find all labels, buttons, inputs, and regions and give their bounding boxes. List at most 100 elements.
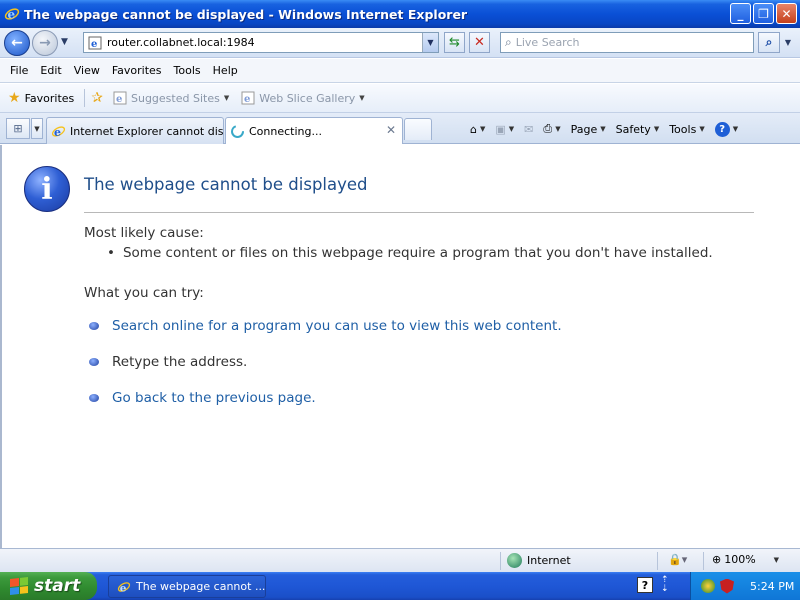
tab-ie-cannot-display[interactable]: e Internet Explorer cannot dis... — [46, 117, 224, 144]
restore-button[interactable]: ❐ — [753, 3, 774, 24]
chevron-down-icon: ▼ — [600, 125, 606, 133]
help-tray-icon[interactable]: ? — [637, 577, 653, 593]
menu-bar: File Edit View Favorites Tools Help — [0, 59, 800, 83]
printer-icon: ⎙ — [543, 122, 553, 135]
window-title: The webpage cannot be displayed - Window… — [24, 6, 468, 22]
search-input[interactable]: ⌕ Live Search — [500, 32, 754, 53]
new-tab-button[interactable] — [404, 118, 432, 140]
web-slice-gallery-label: Web Slice Gallery — [259, 91, 356, 105]
blue-bullet-icon — [89, 394, 99, 402]
status-separator — [657, 552, 658, 570]
suggested-sites-label: Suggested Sites — [131, 91, 220, 105]
title-bar[interactable]: e The webpage cannot be displayed - Wind… — [0, 0, 800, 28]
window-controls: _ ❐ ✕ — [730, 3, 797, 24]
svg-text:e: e — [116, 94, 122, 105]
refresh-button[interactable]: ⇆ — [444, 32, 465, 53]
forward-button[interactable]: → — [32, 30, 58, 56]
search-button[interactable]: ⌕ — [758, 32, 780, 53]
windows-flag-icon — [10, 577, 28, 595]
home-button[interactable]: ⌂ ▼ — [466, 118, 489, 140]
svg-text:e: e — [244, 94, 250, 105]
safety-menu-label: Safety — [615, 122, 651, 136]
ie-logo-icon: e — [117, 581, 131, 594]
favorites-bar: ★ Favorites ✰ e Suggested Sites ▼ e Web … — [0, 84, 800, 113]
favorites-button[interactable]: ★ Favorites — [4, 88, 78, 108]
bullet-icon: • — [107, 245, 115, 261]
address-dropdown-icon[interactable]: ▼ — [422, 33, 438, 52]
add-to-favorites-bar-icon[interactable]: ✰ — [91, 90, 103, 106]
search-icon: ⌕ — [505, 35, 512, 49]
zone-label: Internet — [527, 554, 571, 567]
page-menu-button[interactable]: Page ▼ — [567, 118, 610, 140]
refresh-icon: ⇆ — [449, 35, 460, 50]
svg-text:e: e — [8, 8, 16, 22]
chevron-down-icon: ▼ — [699, 125, 705, 133]
chevron-down-icon: ▼ — [479, 125, 486, 133]
tab-connecting[interactable]: Connecting... ✕ — [225, 117, 403, 144]
safety-menu-button[interactable]: Safety ▼ — [612, 118, 664, 140]
address-toolbar: ← → ▼ e router.collabnet.local:1984 ▼ ⇆ … — [0, 28, 800, 58]
zoom-control[interactable]: ⊕ 100% ▼ — [712, 553, 779, 566]
loading-spinner-icon — [231, 124, 244, 138]
go-back-text[interactable]: Go back to the previous page. — [112, 390, 316, 406]
security-zone[interactable]: Internet — [507, 553, 571, 568]
address-bar[interactable]: e router.collabnet.local:1984 ▼ — [83, 32, 439, 53]
address-url[interactable]: router.collabnet.local:1984 — [107, 36, 255, 49]
help-icon: ? — [714, 121, 730, 137]
minimize-button[interactable]: _ — [730, 3, 751, 24]
search-options-dropdown-icon[interactable]: ▼ — [781, 32, 795, 53]
feeds-button[interactable]: ▣ ▼ — [491, 118, 518, 140]
cause-item: • Some content or files on this webpage r… — [107, 245, 713, 261]
start-button[interactable]: start — [0, 572, 97, 600]
taskbar-item-ie[interactable]: e The webpage cannot ... — [108, 575, 266, 598]
menu-edit[interactable]: Edit — [34, 62, 67, 79]
retype-address-item: Retype the address. — [89, 354, 247, 370]
zoom-magnifier-icon: ⊕ — [712, 553, 722, 566]
tab-list-dropdown-icon[interactable]: ▼ — [31, 118, 43, 139]
command-bar: ⌂ ▼ ▣ ▼ ✉ ⎙ ▼ Page ▼ Safety ▼ Tools ▼ ? ▼ — [466, 118, 742, 140]
start-label: start — [34, 576, 81, 596]
close-button[interactable]: ✕ — [776, 3, 797, 24]
menu-favorites[interactable]: Favorites — [106, 62, 168, 79]
menu-tools[interactable]: Tools — [168, 62, 207, 79]
stop-button[interactable]: ✕ — [469, 32, 490, 53]
search-online-text[interactable]: Search online for a program you can use … — [112, 318, 562, 334]
blue-bullet-icon — [89, 358, 99, 366]
chevron-down-icon: ▼ — [359, 94, 365, 102]
try-heading: What you can try: — [84, 285, 204, 301]
read-mail-button[interactable]: ✉ — [520, 118, 537, 140]
cause-heading: Most likely cause: — [84, 225, 204, 241]
globe-icon — [507, 553, 522, 568]
protected-mode-icon[interactable]: 🔒▾ — [668, 553, 687, 566]
system-tray: 5:24 PM — [690, 572, 800, 600]
tab-label: Internet Explorer cannot dis... — [70, 124, 224, 138]
home-icon: ⌂ — [470, 122, 477, 136]
retype-address-text: Retype the address. — [112, 354, 248, 370]
web-slice-gallery-link[interactable]: e Web Slice Gallery ▼ — [235, 89, 370, 107]
back-button[interactable]: ← — [4, 30, 30, 56]
close-tab-icon[interactable]: ✕ — [386, 123, 396, 137]
page-icon: e — [241, 91, 255, 105]
network-tray-icon[interactable] — [701, 579, 715, 593]
back-arrow-icon: ← — [11, 35, 23, 51]
quick-tabs-button[interactable]: ⊞ — [6, 118, 30, 139]
status-separator — [500, 552, 501, 570]
menu-view[interactable]: View — [68, 62, 106, 79]
help-menu-button[interactable]: ? ▼ — [711, 118, 742, 140]
security-shield-icon[interactable] — [720, 578, 734, 594]
status-separator — [703, 552, 704, 570]
menu-file[interactable]: File — [4, 62, 34, 79]
chevron-down-icon: ▼ — [508, 125, 515, 133]
go-back-link[interactable]: Go back to the previous page. — [89, 390, 316, 406]
chevron-down-icon: ▼ — [653, 125, 660, 133]
suggested-sites-link[interactable]: e Suggested Sites ▼ — [107, 89, 235, 107]
zoom-level: 100% — [724, 553, 756, 566]
history-dropdown-icon[interactable]: ▼ — [61, 37, 68, 47]
tools-menu-button[interactable]: Tools ▼ — [665, 118, 709, 140]
show-hidden-icons-icon[interactable]: ⇡ ⇣ — [661, 576, 669, 594]
clock[interactable]: 5:24 PM — [750, 580, 794, 593]
chevron-down-icon: ▼ — [223, 94, 230, 102]
menu-help[interactable]: Help — [207, 62, 244, 79]
search-online-link[interactable]: Search online for a program you can use … — [89, 318, 562, 334]
print-button[interactable]: ⎙ ▼ — [539, 118, 564, 140]
